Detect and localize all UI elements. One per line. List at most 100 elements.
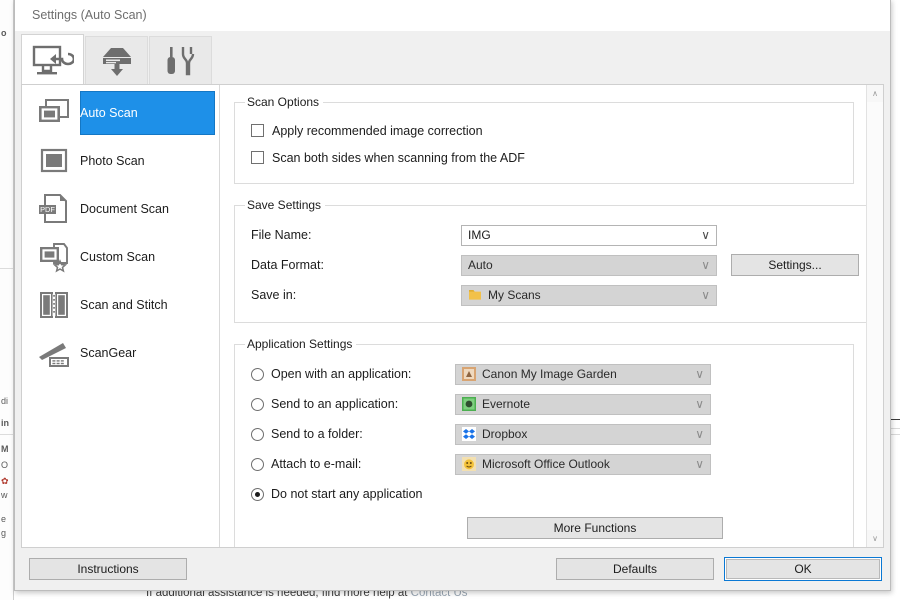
bg-fragment: g <box>1 528 7 538</box>
scangear-icon <box>32 338 76 368</box>
checkbox-box[interactable] <box>251 124 264 137</box>
radio-button[interactable] <box>251 397 264 411</box>
folder-icon <box>468 288 482 302</box>
file-name-combobox[interactable]: IMG ∨ <box>461 224 717 246</box>
chevron-down-icon[interactable]: ∨ <box>701 286 710 305</box>
data-format-label: Data Format: <box>251 258 324 272</box>
scan-stitch-icon <box>32 290 76 320</box>
bg-fragment: O <box>1 460 9 470</box>
content-scrollbar[interactable]: ∧ ∨ <box>866 85 883 547</box>
chevron-down-icon[interactable]: ∨ <box>695 425 704 444</box>
instructions-button[interactable]: Instructions <box>29 557 187 580</box>
defaults-button[interactable]: Defaults <box>556 557 714 580</box>
radio-do-not-start-any-application[interactable]: Do not start any application <box>251 487 455 501</box>
radio-label: Open with an application: <box>271 367 412 381</box>
scroll-up-button[interactable]: ∧ <box>867 85 883 102</box>
evernote-icon <box>462 397 476 411</box>
save-in-row: Save in: My Scans ∨ <box>245 280 859 310</box>
send-to-folder-value: Dropbox <box>482 427 528 441</box>
send-to-folder-combobox[interactable]: Dropbox ∨ <box>455 423 711 445</box>
custom-scan-icon <box>32 241 76 273</box>
save-in-combobox[interactable]: My Scans ∨ <box>461 284 717 306</box>
checkbox-box[interactable] <box>251 151 264 164</box>
title-bar: Settings (Auto Scan) <box>15 0 890 31</box>
photo-scan-icon <box>32 146 76 176</box>
chevron-down-icon[interactable]: ∨ <box>701 226 710 245</box>
dialog-body: Auto Scan Photo Scan PDF Document Scan C… <box>21 84 884 547</box>
monitor-scan-icon <box>32 44 74 76</box>
open-with-application-value: Canon My Image Garden <box>482 367 617 381</box>
tab-scan-from-computer[interactable] <box>21 34 84 84</box>
data-format-settings-button[interactable]: Settings... <box>731 254 859 276</box>
chevron-down-icon[interactable]: ∨ <box>695 395 704 414</box>
scroll-down-button[interactable]: ∨ <box>867 530 883 547</box>
radio-attach-to-email[interactable]: Attach to e-mail: <box>251 457 455 471</box>
bg-fragment: M <box>1 444 9 454</box>
radio-do-not-start-any-application-row[interactable]: Do not start any application <box>245 479 843 509</box>
window-title: Settings (Auto Scan) <box>32 8 147 22</box>
sidebar-item-label: Photo Scan <box>80 154 145 168</box>
tab-general-settings[interactable] <box>149 36 212 84</box>
outlook-icon <box>462 457 476 471</box>
radio-button[interactable] <box>251 427 264 441</box>
data-format-combobox[interactable]: Auto ∨ <box>461 254 717 276</box>
radio-send-to-a-folder-row[interactable]: Send to a folder: Dropbox ∨ <box>245 419 843 449</box>
checkbox-apply-recommended-image-correction[interactable]: Apply recommended image correction <box>245 117 843 144</box>
bg-fragment: o <box>1 28 7 38</box>
svg-text:PDF: PDF <box>40 205 55 214</box>
checkbox-label: Scan both sides when scanning from the A… <box>272 150 525 165</box>
chevron-down-icon[interactable]: ∨ <box>701 256 710 275</box>
application-settings-group: Application Settings Open with an applic… <box>234 337 854 547</box>
bg-fragment: in <box>1 418 9 428</box>
sidebar-item-document-scan[interactable]: PDF Document Scan <box>22 185 219 233</box>
radio-button[interactable] <box>251 457 264 471</box>
auto-scan-icon <box>32 98 76 128</box>
scrollbar-track[interactable] <box>867 102 883 530</box>
tools-icon <box>163 45 199 77</box>
footer-divider <box>21 547 884 548</box>
chevron-down-icon[interactable]: ∨ <box>695 365 704 384</box>
bg-fragment: e <box>1 514 7 524</box>
data-format-value: Auto <box>468 258 493 272</box>
more-functions-button[interactable]: More Functions <box>467 517 723 539</box>
sidebar-item-label: Auto Scan <box>80 106 138 120</box>
save-settings-legend: Save Settings <box>247 198 322 212</box>
radio-send-to-a-folder[interactable]: Send to a folder: <box>251 427 455 441</box>
send-to-application-combobox[interactable]: Evernote ∨ <box>455 393 711 415</box>
radio-label: Do not start any application <box>271 487 423 501</box>
chevron-down-icon[interactable]: ∨ <box>695 455 704 474</box>
file-name-row: File Name: IMG ∨ <box>245 220 859 250</box>
canon-my-image-garden-icon <box>462 367 476 381</box>
tab-strip <box>15 31 890 84</box>
sidebar-item-scangear[interactable]: ScanGear <box>22 329 219 377</box>
sidebar-item-custom-scan[interactable]: Custom Scan <box>22 233 219 281</box>
save-in-label: Save in: <box>251 288 297 302</box>
settings-dialog: Settings (Auto Scan) Auto Scan Photo Sca… <box>14 0 891 591</box>
content-area: Scan Options Apply recommended image cor… <box>220 85 883 547</box>
radio-open-with-an-application[interactable]: Open with an application: <box>251 367 455 381</box>
sidebar-item-scan-and-stitch[interactable]: Scan and Stitch <box>22 281 219 329</box>
attach-to-email-combobox[interactable]: Microsoft Office Outlook ∨ <box>455 453 711 475</box>
settings-panel: Scan Options Apply recommended image cor… <box>220 85 866 547</box>
scanner-download-icon <box>97 45 137 77</box>
radio-open-with-an-application-row[interactable]: Open with an application: Canon My Image… <box>245 359 843 389</box>
radio-send-to-an-application[interactable]: Send to an application: <box>251 397 455 411</box>
file-name-label: File Name: <box>251 228 312 242</box>
radio-button[interactable] <box>251 367 264 381</box>
dropbox-icon <box>462 427 476 441</box>
checkbox-label: Apply recommended image correction <box>272 123 483 138</box>
sidebar: Auto Scan Photo Scan PDF Document Scan C… <box>22 85 220 547</box>
save-in-value: My Scans <box>488 288 541 302</box>
sidebar-item-label: Custom Scan <box>80 250 156 264</box>
tab-scan-from-scanner[interactable] <box>85 36 148 84</box>
sidebar-item-photo-scan[interactable]: Photo Scan <box>22 137 219 185</box>
radio-label: Send to a folder: <box>271 427 363 441</box>
open-with-application-combobox[interactable]: Canon My Image Garden ∨ <box>455 363 711 385</box>
send-to-application-value: Evernote <box>482 397 531 411</box>
radio-attach-to-email-row[interactable]: Attach to e-mail: Microsoft Office Outlo… <box>245 449 843 479</box>
radio-button[interactable] <box>251 487 264 501</box>
radio-send-to-an-application-row[interactable]: Send to an application: Evernote ∨ <box>245 389 843 419</box>
checkbox-scan-both-sides-adf[interactable]: Scan both sides when scanning from the A… <box>245 144 843 171</box>
ok-button[interactable]: OK <box>726 558 880 579</box>
sidebar-item-auto-scan[interactable]: Auto Scan <box>22 89 219 137</box>
